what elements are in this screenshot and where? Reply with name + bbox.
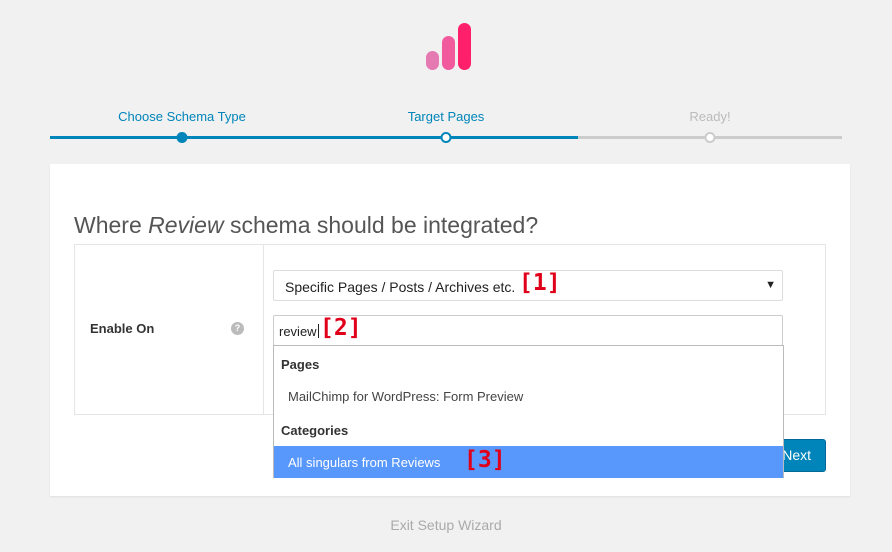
select-value: Specific Pages / Posts / Archives etc. bbox=[285, 279, 516, 295]
table-divider bbox=[263, 245, 264, 414]
schema-logo bbox=[426, 23, 471, 70]
step-dot-done bbox=[176, 132, 188, 143]
exit-setup-wizard-link[interactable]: Exit Setup Wizard bbox=[0, 517, 892, 533]
result-option[interactable]: MailChimp for WordPress: Form Preview bbox=[274, 380, 783, 412]
page-title: Where Review schema should be integrated… bbox=[74, 212, 539, 239]
group-label-categories: Categories bbox=[281, 423, 349, 438]
step-choose-schema-type[interactable]: Choose Schema Type bbox=[118, 109, 246, 124]
annotation-marker-3: [3] bbox=[464, 447, 506, 473]
search-results-dropdown: Pages MailChimp for WordPress: Form Prev… bbox=[273, 345, 784, 478]
annotation-marker-1: [1] bbox=[519, 270, 561, 296]
step-dot-upcoming bbox=[704, 132, 716, 143]
search-value: review bbox=[279, 324, 319, 339]
step-ready: Ready! bbox=[689, 109, 731, 124]
enable-on-label: Enable On bbox=[90, 321, 155, 336]
step-dot-current bbox=[440, 132, 452, 143]
progress-fill bbox=[50, 136, 578, 139]
chevron-down-icon: ▼ bbox=[765, 279, 776, 291]
annotation-marker-2: [2] bbox=[320, 315, 362, 341]
result-option-highlighted[interactable]: All singulars from Reviews bbox=[274, 446, 783, 478]
step-target-pages: Target Pages bbox=[407, 109, 485, 124]
group-label-pages: Pages bbox=[281, 357, 320, 372]
text-caret bbox=[317, 324, 319, 338]
help-icon[interactable]: ? bbox=[231, 322, 244, 335]
